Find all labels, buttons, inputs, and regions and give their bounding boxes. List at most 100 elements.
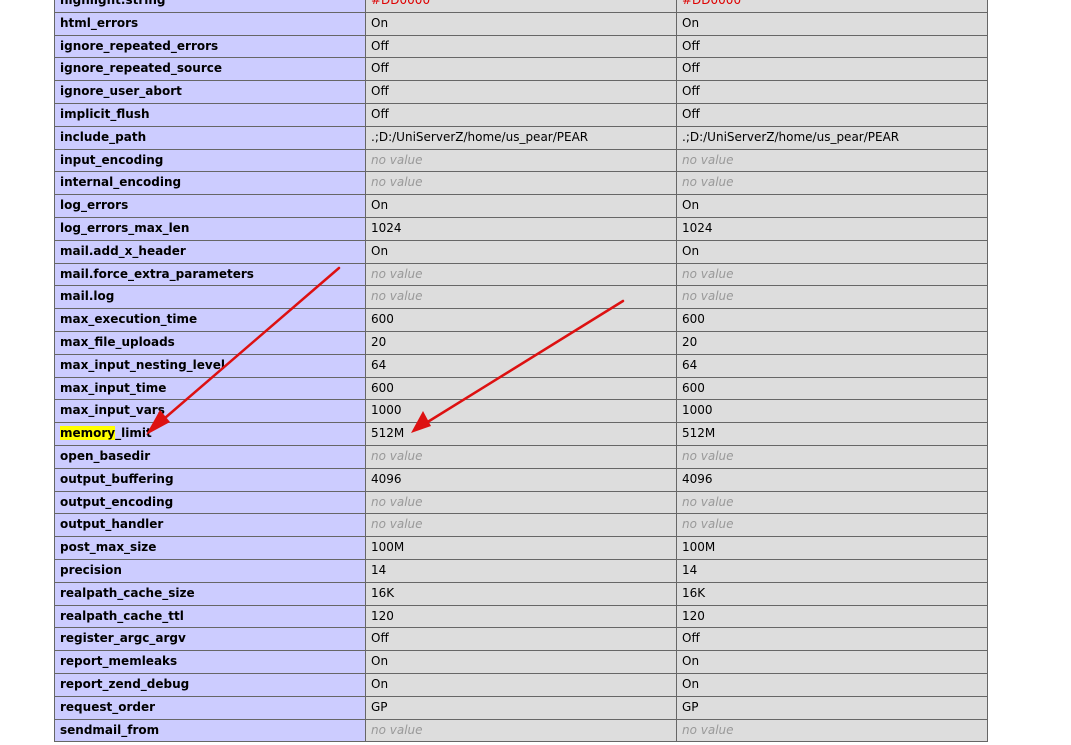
directive-name: implicit_flush — [54, 102, 366, 127]
local-value: 600 — [365, 308, 677, 332]
master-value: 120 — [676, 604, 988, 629]
local-value: On — [365, 11, 677, 36]
table-row: realpath_cache_size 16K 16K — [54, 581, 988, 606]
local-value: Off — [365, 34, 677, 59]
table-row: precision 14 14 — [54, 558, 988, 583]
master-value: no value — [676, 718, 988, 743]
master-value: Off — [676, 57, 988, 82]
master-value: Off — [676, 80, 988, 104]
master-value: 20 — [676, 330, 988, 355]
table-row: sendmail_from no value no value — [54, 718, 988, 743]
directive-name: realpath_cache_size — [54, 581, 366, 606]
master-value: On — [676, 650, 988, 674]
directive-name: precision — [54, 558, 366, 583]
table-row: ignore_user_abort Off Off — [54, 80, 988, 104]
directive-name: max_input_time — [54, 376, 366, 401]
table-row: input_encoding no value no value — [54, 148, 988, 173]
table-row: ignore_repeated_source Off Off — [54, 57, 988, 82]
master-value: Off — [676, 34, 988, 59]
master-value: On — [676, 11, 988, 36]
table-row: mail.add_x_header On On — [54, 239, 988, 264]
directive-name: register_argc_argv — [54, 627, 366, 652]
master-value: 512M — [676, 422, 988, 446]
directive-name: request_order — [54, 695, 366, 720]
table-row: html_errors On On — [54, 11, 988, 36]
master-value: no value — [676, 513, 988, 538]
table-row: report_zend_debug On On — [54, 672, 988, 697]
table-row: ignore_repeated_errors Off Off — [54, 34, 988, 59]
core-directives-table: highlight.string #DD0000 #DD0000 html_error… — [54, 0, 988, 743]
local-value: 600 — [365, 376, 677, 401]
directive-name: report_zend_debug — [54, 672, 366, 697]
table-row: memory_limit 512M 512M — [54, 422, 988, 446]
table-row: max_input_vars 1000 1000 — [54, 399, 988, 424]
local-value: Off — [365, 57, 677, 82]
local-value: Off — [365, 627, 677, 652]
table-row: request_order GP GP — [54, 695, 988, 720]
local-value: 20 — [365, 330, 677, 355]
master-value: 64 — [676, 353, 988, 378]
table-row: internal_encoding no value no value — [54, 171, 988, 196]
local-value: no value — [365, 490, 677, 515]
table-row: output_encoding no value no value — [54, 490, 988, 515]
table-row: output_buffering 4096 4096 — [54, 467, 988, 492]
directive-name: realpath_cache_ttl — [54, 604, 366, 629]
local-value: Off — [365, 80, 677, 104]
table-row: include_path .;D:/UniServerZ/home/us_pear… — [54, 125, 988, 150]
master-value: no value — [676, 285, 988, 310]
master-value: 14 — [676, 558, 988, 583]
directive-name: log_errors_max_len — [54, 216, 366, 241]
local-value: 14 — [365, 558, 677, 583]
directive-name: post_max_size — [54, 536, 366, 560]
directive-name: open_basedir — [54, 444, 366, 469]
master-value: 16K — [676, 581, 988, 606]
directives-table-body: highlight.string #DD0000 #DD0000 html_error… — [54, 0, 988, 743]
local-value: 120 — [365, 604, 677, 629]
local-value: On — [365, 650, 677, 674]
directive-name: input_encoding — [54, 148, 366, 173]
local-value: no value — [365, 513, 677, 538]
local-value: On — [365, 239, 677, 264]
local-value: GP — [365, 695, 677, 720]
local-value: no value — [365, 444, 677, 469]
directive-name: log_errors — [54, 194, 366, 218]
table-row: log_errors On On — [54, 194, 988, 218]
table-row: register_argc_argv Off Off — [54, 627, 988, 652]
phpinfo-page: highlight.string #DD0000 #DD0000 html_error… — [0, 0, 1071, 745]
local-value: no value — [365, 171, 677, 196]
table-row: max_execution_time 600 600 — [54, 308, 988, 332]
directive-name: max_input_vars — [54, 399, 366, 424]
table-row: open_basedir no value no value — [54, 444, 988, 469]
directive-name: report_memleaks — [54, 650, 366, 674]
table-row: mail.force_extra_parameters no value no va… — [54, 262, 988, 287]
table-row: implicit_flush Off Off — [54, 102, 988, 127]
master-value: On — [676, 672, 988, 697]
master-value: Off — [676, 102, 988, 127]
local-value: 1000 — [365, 399, 677, 424]
directive-name: ignore_user_abort — [54, 80, 366, 104]
local-value: no value — [365, 285, 677, 310]
search-highlight: memory — [60, 426, 116, 441]
master-value: .;D:/UniServerZ/home/us_pear/PEAR — [676, 125, 988, 150]
local-value: 64 — [365, 353, 677, 378]
master-value: no value — [676, 262, 988, 287]
master-value: GP — [676, 695, 988, 720]
master-value: 100M — [676, 536, 988, 560]
master-value: no value — [676, 171, 988, 196]
table-row: report_memleaks On On — [54, 650, 988, 674]
directive-name: mail.add_x_header — [54, 239, 366, 264]
directive-name: highlight.string — [54, 0, 366, 13]
master-value: no value — [676, 148, 988, 173]
table-row: realpath_cache_ttl 120 120 — [54, 604, 988, 629]
table-row: highlight.string #DD0000 #DD0000 — [54, 0, 988, 13]
local-value: On — [365, 194, 677, 218]
directive-name: ignore_repeated_errors — [54, 34, 366, 59]
local-value: 16K — [365, 581, 677, 606]
master-value: On — [676, 194, 988, 218]
local-value: no value — [365, 718, 677, 743]
table-row: max_input_nesting_level 64 64 — [54, 353, 988, 378]
directive-name: html_errors — [54, 11, 366, 36]
master-value: #DD0000 — [676, 0, 988, 13]
master-value: 600 — [676, 308, 988, 332]
table-row: mail.log no value no value — [54, 285, 988, 310]
